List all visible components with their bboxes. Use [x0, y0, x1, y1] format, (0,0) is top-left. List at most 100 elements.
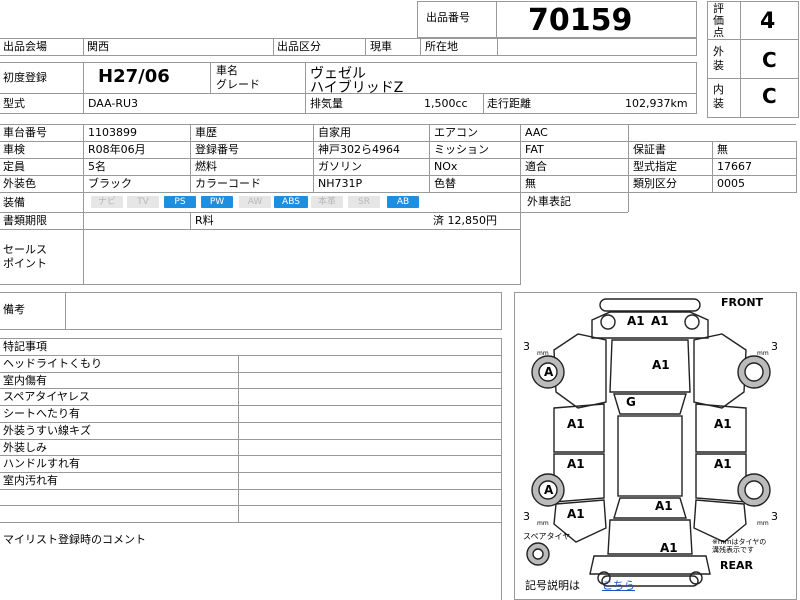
exterior-notation-label: 外車表記	[527, 195, 571, 208]
venue: 関西	[87, 40, 109, 53]
type-desig-label: 型式指定	[633, 160, 677, 173]
class-label: 類別区分	[633, 177, 677, 190]
notes-title: 特記事項	[3, 340, 47, 353]
remarks-label: 備考	[3, 303, 25, 316]
warranty: 無	[717, 143, 728, 156]
eval-score: 4	[760, 9, 776, 34]
note-item: 室内汚れ有	[3, 474, 58, 487]
inspection: R08年06月	[88, 143, 146, 156]
transmission: FAT	[525, 143, 544, 156]
eval-label: 評価点	[713, 2, 724, 39]
chassis-no: 1103899	[88, 126, 137, 139]
displacement-label: 排気量	[310, 97, 343, 110]
remarks-box	[0, 292, 502, 330]
equipment-chip: AW	[239, 196, 271, 208]
color-code: NH731P	[318, 177, 363, 190]
note-item: 外装しみ	[3, 441, 47, 454]
displacement: 1,500cc	[424, 97, 468, 110]
sales-point-label: セールス ポイント	[3, 243, 47, 270]
mileage-label: 走行距離	[487, 97, 531, 110]
reg-no: 神戸302ら4964	[318, 143, 400, 156]
note-item: スペアタイヤレス	[3, 390, 90, 403]
mark-rear-left-quarter: A1	[567, 507, 585, 521]
nox-label: NOx	[434, 160, 458, 173]
equipment-chip: ABS	[274, 196, 308, 208]
repaint-label: 色替	[434, 177, 456, 190]
mark-rear-left-wheel: A	[544, 483, 554, 497]
mark-windshield: G	[626, 395, 636, 409]
color: ブラック	[88, 177, 132, 190]
venue-label: 出品会場	[3, 40, 47, 53]
model: DAA-RU3	[88, 97, 139, 110]
interior-label: 内装	[713, 83, 724, 110]
exterior-label: 外装	[713, 45, 724, 72]
first-reg-label: 初度登録	[3, 71, 47, 84]
capacity-label: 定員	[3, 160, 25, 173]
class-code: 0005	[717, 177, 745, 190]
category-label: 出品区分	[277, 40, 321, 53]
legend-link[interactable]: こちら	[602, 580, 635, 591]
mark-rear-left-door: A1	[567, 457, 585, 471]
mark-front-bumper-left: A1	[627, 314, 645, 328]
location-label: 所在地	[425, 40, 458, 53]
category: 現車	[370, 40, 392, 53]
tire-unit-front-right: mm	[757, 350, 769, 357]
equipment-chip: TV	[127, 196, 159, 208]
listing-no-label: 出品番号	[426, 11, 470, 24]
equipment-chip: PS	[164, 196, 196, 208]
mark-front-left-door: A1	[567, 417, 585, 431]
type-desig: 17667	[717, 160, 752, 173]
aircon-label: エアコン	[434, 126, 478, 139]
mark-front-right-door: A1	[714, 417, 732, 431]
equipment-chip: SR	[348, 196, 380, 208]
mark-tailgate: A1	[655, 499, 673, 513]
capacity: 5名	[88, 160, 106, 173]
fuel: ガソリン	[318, 160, 362, 173]
equipment-chip: 本革	[311, 196, 343, 208]
nox: 適合	[525, 160, 547, 173]
grade-label: グレード	[216, 78, 260, 91]
aircon: AAC	[525, 126, 548, 139]
legend-text: 記号説明は	[525, 579, 580, 592]
mileage: 102,937km	[625, 97, 688, 110]
recycle-label: R料	[195, 214, 214, 227]
mark-rear-right-door: A1	[714, 457, 732, 471]
name-label: 車名	[216, 64, 238, 77]
tire-unit-rear-left: mm	[537, 520, 549, 527]
inspection-label: 車検	[3, 143, 25, 156]
mark-rear-bumper: A1	[660, 541, 678, 555]
color-label: 外装色	[3, 177, 36, 190]
note-item: ヘッドライトくもり	[3, 357, 102, 370]
recycle-value: 済 12,850円	[433, 214, 497, 227]
equipment-chip: PW	[201, 196, 233, 208]
fuel-label: 燃料	[195, 160, 217, 173]
tire-depth-front-left: 3	[523, 340, 530, 353]
tire-depth-rear-right: 3	[771, 510, 778, 523]
mark-hood: A1	[652, 358, 670, 372]
equipment-chip: AB	[387, 196, 419, 208]
listing-no: 70159	[528, 3, 633, 38]
tire-unit-rear-right: mm	[757, 520, 769, 527]
note-item: ハンドルすれ有	[3, 457, 80, 470]
history-label: 車歴	[195, 126, 217, 139]
note-item: 外装うすい線キズ	[3, 424, 91, 437]
equipment-label: 装備	[3, 196, 25, 209]
history: 自家用	[318, 126, 351, 139]
model-label: 型式	[3, 97, 25, 110]
mylist-label: マイリスト登録時のコメント	[3, 533, 146, 546]
warranty-label: 保証書	[633, 143, 666, 156]
chassis-no-label: 車台番号	[3, 126, 47, 139]
mark-front-left-wheel: A	[544, 365, 554, 379]
exterior-grade: C	[762, 48, 777, 72]
tire-depth-front-right: 3	[771, 340, 778, 353]
mark-front-bumper-right: A1	[651, 314, 669, 328]
sales-point-box	[0, 229, 520, 285]
first-reg: H27/06	[98, 66, 170, 87]
color-code-label: カラーコード	[195, 177, 261, 190]
tire-note: ※mmはタイヤの 溝残表示です	[712, 538, 767, 554]
doc-deadline-label: 書類期限	[3, 214, 47, 227]
note-item: シートへたり有	[3, 407, 80, 420]
tire-unit-front-left: mm	[537, 350, 549, 357]
spare-tire-label: スペアタイヤ	[523, 532, 571, 541]
repaint: 無	[525, 177, 536, 190]
